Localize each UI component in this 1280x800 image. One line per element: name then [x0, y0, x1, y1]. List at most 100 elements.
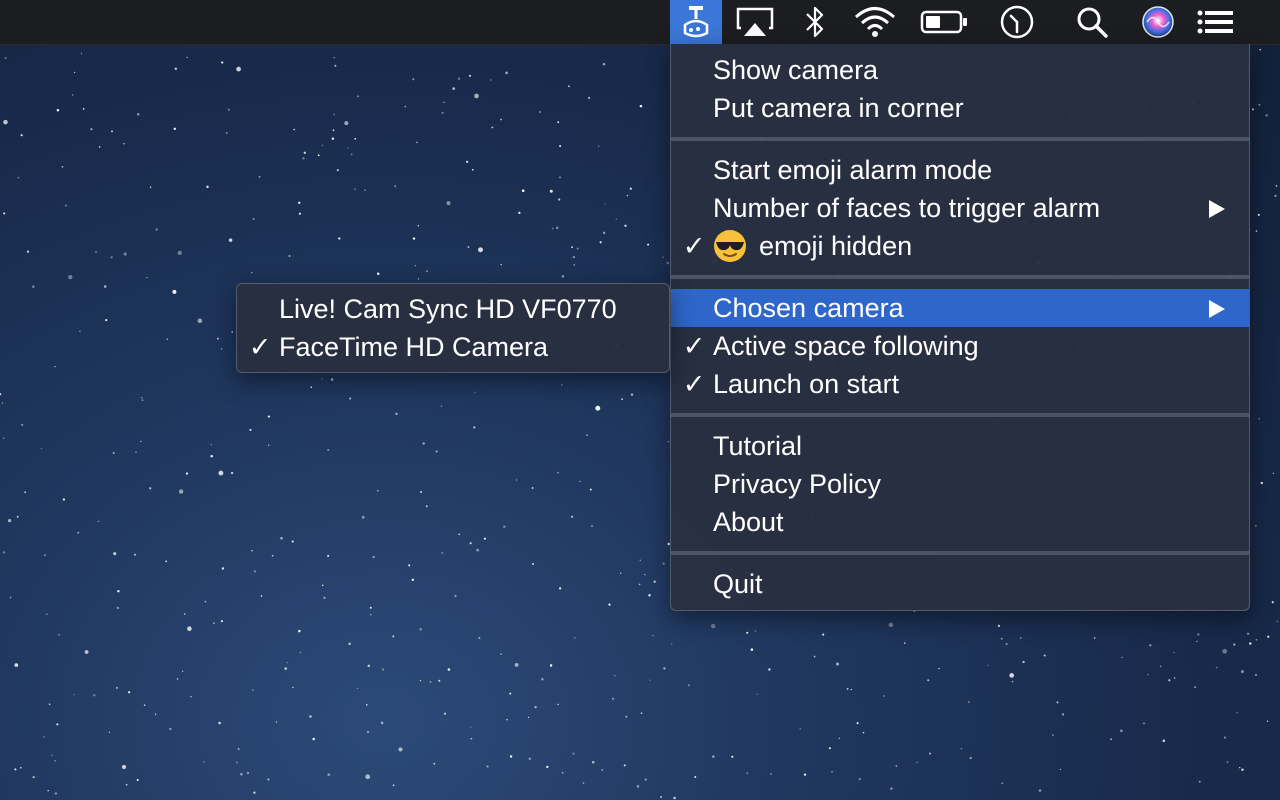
star — [1162, 739, 1166, 743]
star — [476, 548, 480, 552]
star — [404, 105, 407, 108]
star — [176, 678, 179, 680]
siri-icon[interactable] — [1138, 0, 1178, 44]
menu-item-chosen-camera[interactable]: Chosen camera — [671, 289, 1249, 327]
star — [538, 111, 541, 113]
star — [178, 489, 184, 494]
submenu-item-camera[interactable]: ✓ FaceTime HD Camera — [237, 328, 669, 366]
wifi-icon[interactable] — [852, 0, 898, 44]
star — [43, 554, 46, 557]
star — [803, 773, 807, 776]
star — [251, 549, 253, 552]
star — [927, 679, 930, 682]
star — [280, 536, 283, 540]
star — [203, 761, 205, 763]
menu-item-tutorial[interactable]: Tutorial — [671, 427, 1249, 465]
menu-item-launch-on-start[interactable]: ✓ Launch on start — [671, 365, 1249, 403]
star — [361, 515, 365, 519]
star — [135, 451, 137, 454]
star — [93, 694, 96, 697]
star — [73, 71, 76, 74]
star — [831, 770, 833, 773]
menu-item-label: Active space following — [713, 331, 979, 361]
star — [612, 697, 614, 700]
star — [64, 204, 67, 207]
star — [227, 108, 231, 111]
camera-app-icon[interactable] — [670, 0, 722, 44]
star — [394, 185, 397, 188]
star — [644, 573, 646, 576]
star — [253, 570, 256, 573]
star — [468, 74, 472, 77]
star — [1239, 766, 1241, 769]
bluetooth-icon[interactable] — [798, 0, 832, 44]
star — [116, 606, 119, 610]
menu-item-number-of-faces[interactable]: Number of faces to trigger alarm — [671, 189, 1249, 227]
star — [338, 237, 341, 240]
star — [312, 737, 315, 741]
notification-center-icon[interactable] — [1194, 0, 1238, 44]
star — [48, 703, 51, 706]
star — [252, 217, 255, 220]
star — [599, 241, 602, 244]
menu-item-label: Privacy Policy — [713, 469, 882, 499]
clock-icon[interactable] — [996, 0, 1038, 44]
star — [465, 160, 469, 163]
menu-item-label: Number of faces to trigger alarm — [713, 193, 1101, 223]
star — [344, 121, 349, 126]
star — [895, 765, 898, 767]
star — [1052, 734, 1054, 736]
star — [365, 774, 371, 780]
star — [412, 237, 416, 240]
airplay-icon[interactable] — [732, 0, 778, 44]
star — [503, 525, 506, 528]
star — [68, 274, 73, 280]
star — [662, 256, 664, 259]
star — [486, 765, 489, 768]
menu-item-show-camera[interactable]: Show camera — [671, 51, 1249, 89]
star — [1275, 185, 1278, 187]
star — [1260, 481, 1263, 485]
menu-item-active-space-following[interactable]: ✓ Active space following — [671, 327, 1249, 365]
star — [1258, 103, 1261, 106]
star — [408, 564, 411, 567]
star — [595, 405, 601, 411]
star — [1251, 108, 1255, 111]
battery-icon[interactable] — [918, 0, 970, 44]
star — [1094, 637, 1096, 639]
star — [630, 393, 634, 396]
menu-item-quit[interactable]: Quit — [671, 565, 1249, 603]
star — [1198, 780, 1201, 783]
star — [213, 622, 215, 624]
star — [500, 118, 502, 121]
star — [174, 67, 178, 71]
star — [429, 681, 432, 683]
star — [1267, 635, 1270, 638]
menu-item-privacy-policy[interactable]: Privacy Policy — [671, 465, 1249, 503]
star — [299, 651, 302, 654]
star — [549, 664, 553, 667]
submenu-item-camera[interactable]: Live! Cam Sync HD VF0770 — [237, 290, 669, 328]
star — [16, 515, 19, 518]
star — [518, 211, 521, 215]
menu-item-about[interactable]: About — [671, 503, 1249, 541]
star — [149, 487, 152, 490]
star — [454, 594, 457, 598]
star — [369, 606, 372, 609]
star — [1001, 782, 1004, 785]
star — [98, 146, 101, 148]
star — [210, 444, 213, 446]
star — [149, 186, 152, 188]
menu-item-start-emoji-alarm-mode[interactable]: Start emoji alarm mode — [671, 151, 1249, 189]
star — [206, 185, 209, 189]
menu-item-emoji-hidden[interactable]: ✓ emoji hidden — [671, 227, 1249, 265]
menu-item-put-camera-in-corner[interactable]: Put camera in corner — [671, 89, 1249, 127]
star — [903, 642, 906, 644]
star — [478, 637, 481, 639]
star — [559, 145, 562, 148]
menu-item-label: Put camera in corner — [713, 93, 964, 123]
star — [14, 768, 17, 771]
star — [469, 542, 472, 545]
spotlight-search-icon[interactable] — [1072, 0, 1112, 44]
star — [19, 766, 22, 769]
